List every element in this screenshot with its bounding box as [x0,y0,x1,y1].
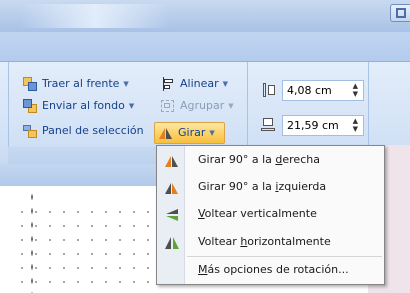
bring-to-front-label: Traer al frente [42,77,120,90]
align-icon [160,76,176,92]
menu-item-rotate-left[interactable]: Girar 90° a la izquierda [158,175,384,201]
menu-item-flip-vertical[interactable]: Voltear verticalmente [158,202,384,228]
send-to-back-label: Enviar al fondo [42,99,125,112]
rotate-icon [158,125,174,141]
rotate-dropdown-menu: Girar 90° a la derecha Girar 90° a la iz… [156,145,385,285]
spin-down-icon[interactable]: ▼ [353,125,358,133]
ribbon-tab-strip [0,32,410,62]
restore-icon [396,8,406,18]
group-icon [160,98,176,114]
chevron-down-icon: ▼ [128,102,135,110]
menu-item-label: Más opciones de rotación... [198,263,349,276]
menu-separator [187,256,382,257]
selection-pane-label: Panel de selección [42,124,144,137]
title-bar-highlight [20,4,170,28]
spin-up-icon[interactable]: ▲ [353,117,358,125]
send-to-back-icon [22,98,38,114]
shape-height-input[interactable]: 4,08 cm ▲ ▼ [282,80,364,101]
align-label: Alinear [180,77,219,90]
group-button[interactable]: Agrupar ▼ [160,96,234,116]
selection-pane-button[interactable]: Panel de selección [22,121,144,141]
spin-down-icon[interactable]: ▼ [353,90,358,98]
bring-to-front-button[interactable]: Traer al frente ▼ [22,74,129,94]
flip-vertical-icon [164,207,180,223]
menu-item-label: Girar 90° a la derecha [198,153,320,166]
shape-height-icon [260,82,276,98]
shape-width-icon [260,117,276,133]
rotate-right-icon [164,153,180,169]
bring-to-front-icon [22,76,38,92]
flip-horizontal-icon [164,235,180,251]
rotate-left-icon [164,180,180,196]
menu-item-label: Voltear horizontalmente [198,235,331,248]
shape-height-value: 4,08 cm [287,84,332,97]
page-margin-dots [30,190,34,293]
title-bar [0,0,410,32]
document-header-strip [0,164,156,186]
group-label: Agrupar [180,99,225,112]
chevron-down-icon: ▼ [123,80,129,88]
shape-width-input[interactable]: 21,59 cm ▲ ▼ [282,115,364,136]
page-grid-dots [15,205,160,293]
spin-up-icon[interactable]: ▲ [353,82,358,90]
rotate-label: Girar [178,126,206,139]
align-button[interactable]: Alinear ▼ [160,74,228,94]
chevron-down-icon: ▼ [209,129,215,137]
menu-item-more-rotation-options[interactable]: Más opciones de rotación... [158,258,384,284]
menu-item-label: Voltear verticalmente [198,207,317,220]
menu-item-flip-horizontal[interactable]: Voltear horizontalmente [158,230,384,256]
rotate-button[interactable]: Girar ▼ [154,122,225,144]
chevron-down-icon: ▼ [228,102,234,110]
selection-pane-icon [22,123,38,139]
chevron-down-icon: ▼ [222,80,229,88]
shape-width-value: 21,59 cm [287,119,339,132]
menu-item-label: Girar 90° a la izquierda [198,180,327,193]
restore-button[interactable] [390,4,410,22]
send-to-back-button[interactable]: Enviar al fondo ▼ [22,96,134,116]
menu-item-rotate-right[interactable]: Girar 90° a la derecha [158,148,384,174]
